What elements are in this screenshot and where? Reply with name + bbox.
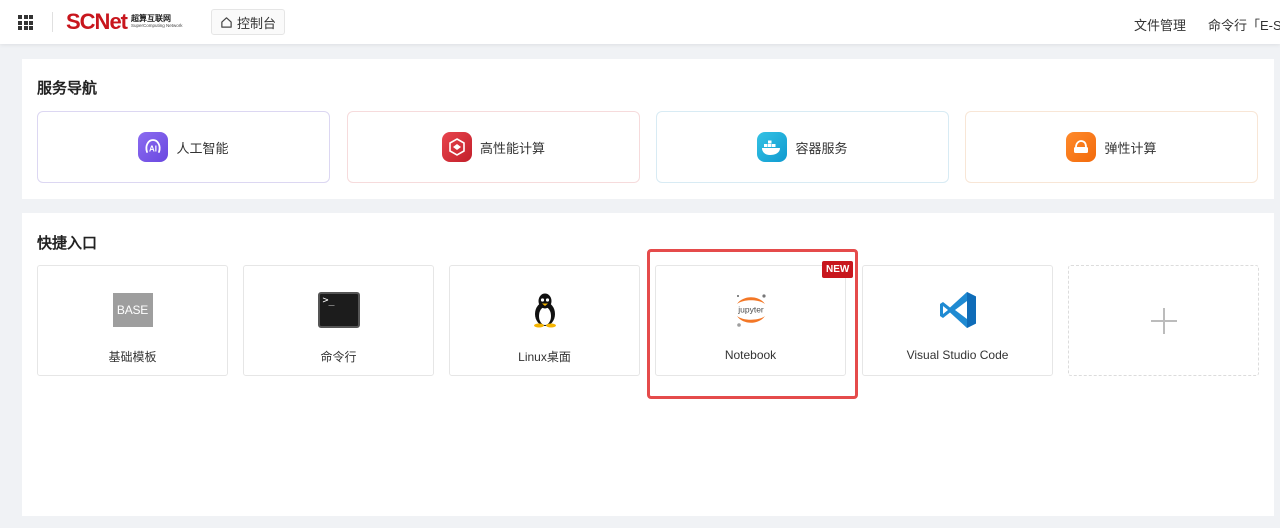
quick-card-label: Linux桌面 [518,350,571,364]
service-card-container[interactable]: 容器服务 [656,111,949,183]
quick-card-vscode[interactable]: Visual Studio Code [862,265,1053,376]
console-button[interactable]: 控制台 [211,9,286,35]
new-badge: NEW [822,261,854,278]
quick-card-terminal[interactable]: >_ 命令行 [243,265,434,376]
quick-card-linux-desktop[interactable]: Linux桌面 [449,265,640,376]
add-shortcut-button[interactable] [1068,265,1259,376]
jupyter-icon: jupyter [736,294,766,327]
service-label: 容器服务 [795,140,848,156]
logo-en-text: SuperComputing Network [131,23,183,29]
logo-wordmark: SCNet [66,9,128,34]
linux-tux-icon [533,293,556,328]
jupyter-wordmark: jupyter [737,305,764,315]
ai-icon: AI [138,132,169,162]
service-card-elastic[interactable]: 弹性计算 [965,111,1258,183]
console-label: 控制台 [237,15,277,31]
svg-text:AI: AI [149,145,157,154]
service-label: 弹性计算 [1104,140,1157,156]
logo-cn-text: 超算互联网 [131,14,172,24]
cloud-server-icon [1066,132,1097,162]
service-label: 高性能计算 [479,140,545,156]
quick-card-base-template[interactable]: BASE 基础模板 [37,265,228,376]
file-management-link[interactable]: 文件管理 [1134,15,1186,34]
service-card-ai[interactable]: AI 人工智能 [37,111,330,183]
base-icon: BASE [112,293,153,327]
service-label: 人工智能 [176,140,229,156]
hpc-icon [441,132,472,162]
quick-access-panel: 快捷入口 BASE 基础模板 >_ 命令行 Linux桌面 jupyter No… [22,213,1274,516]
logo-subtitle: 超算互联网 SuperComputing Network [131,15,183,29]
quick-card-label: Visual Studio Code [906,348,1009,362]
quick-card-notebook[interactable]: jupyter Notebook [655,265,846,376]
plus-icon [1151,308,1177,334]
service-nav-panel: 服务导航 AI 人工智能 高性能计算 容器服务 弹性计算 [22,59,1274,199]
service-nav-title: 服务导航 [37,80,98,97]
header-divider [52,12,53,32]
app-grid-icon[interactable] [18,15,33,30]
quick-card-label: 基础模板 [108,350,157,364]
top-header: SCNet 超算互联网 SuperComputing Network 控制台 文… [0,0,1280,44]
quick-card-label: 命令行 [320,350,357,364]
quick-access-title: 快捷入口 [37,235,98,252]
quick-card-label: Notebook [724,348,777,362]
terminal-icon: >_ [317,292,360,328]
service-card-hpc[interactable]: 高性能计算 [347,111,640,183]
home-icon [221,16,232,28]
command-line-link[interactable]: 命令行「E-S [1208,15,1280,34]
vscode-icon [939,292,976,328]
docker-icon [757,132,788,162]
scnet-logo[interactable]: SCNet 超算互联网 SuperComputing Network [66,9,183,35]
